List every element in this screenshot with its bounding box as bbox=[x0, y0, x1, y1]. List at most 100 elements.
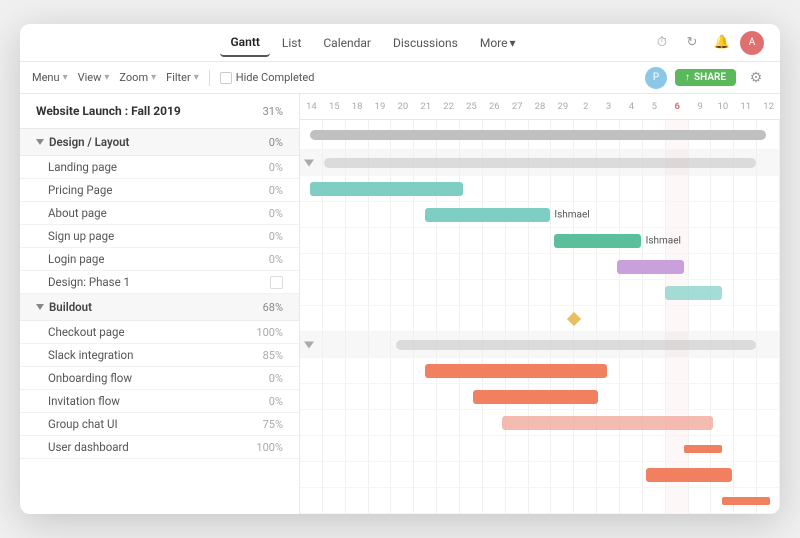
task-pct: 0% bbox=[269, 395, 283, 408]
task-name: Landing page bbox=[48, 160, 117, 174]
task-bar-about bbox=[554, 234, 640, 248]
section-arrow-icon bbox=[304, 159, 314, 166]
section-header-buildout[interactable]: Buildout 68% bbox=[20, 294, 299, 321]
date-col: 18 bbox=[346, 101, 369, 112]
menu-caret-icon: ▾ bbox=[63, 72, 68, 83]
date-col: 22 bbox=[437, 101, 460, 112]
date-col: 2 bbox=[574, 101, 597, 112]
task-pct: 100% bbox=[256, 326, 283, 339]
tab-list[interactable]: List bbox=[272, 30, 312, 56]
bell-icon[interactable]: 🔔 bbox=[710, 31, 734, 55]
tab-discussions[interactable]: Discussions bbox=[383, 30, 468, 56]
project-pct: 31% bbox=[263, 105, 283, 118]
gantt-task-row bbox=[300, 384, 780, 410]
task-bar-pricing bbox=[425, 208, 550, 222]
menu-button[interactable]: Menu ▾ bbox=[32, 71, 68, 84]
task-pct: 100% bbox=[256, 441, 283, 454]
date-col: 20 bbox=[391, 101, 414, 112]
date-col-today: 6 bbox=[666, 101, 689, 112]
task-row[interactable]: Checkout page 100% bbox=[20, 321, 299, 344]
share-button[interactable]: ↑ SHARE bbox=[675, 69, 736, 86]
gantt-task-row: Ishmael bbox=[300, 202, 780, 228]
date-col: 19 bbox=[369, 101, 392, 112]
task-bar-signup bbox=[617, 260, 684, 274]
task-pct: 75% bbox=[263, 418, 283, 431]
gantt-grid bbox=[300, 228, 780, 253]
hide-completed-checkbox[interactable] bbox=[220, 72, 232, 84]
task-row[interactable]: Slack integration 85% bbox=[20, 344, 299, 367]
gantt-grid bbox=[300, 254, 780, 279]
filter-button[interactable]: Filter ▾ bbox=[166, 71, 199, 84]
toolbar-right: P ↑ SHARE ⚙ bbox=[645, 66, 768, 90]
task-bar-onboarding bbox=[502, 416, 713, 430]
gantt-task-row bbox=[300, 436, 780, 462]
bar-label-ishmael2: Ishmael bbox=[646, 235, 681, 246]
task-pct: 85% bbox=[263, 349, 283, 362]
project-bar bbox=[310, 130, 766, 140]
app-window: Gantt List Calendar Discussions More ▾ ⏱… bbox=[20, 24, 780, 514]
refresh-icon[interactable]: ↻ bbox=[680, 31, 704, 55]
project-header: Website Launch : Fall 2019 31% bbox=[20, 94, 299, 129]
gantt-milestone-row bbox=[300, 306, 780, 332]
date-col: 3 bbox=[597, 101, 620, 112]
date-col: 15 bbox=[323, 101, 346, 112]
task-row[interactable]: About page 0% bbox=[20, 202, 299, 225]
task-row[interactable]: Pricing Page 0% bbox=[20, 179, 299, 202]
task-name: Sign up page bbox=[48, 229, 114, 243]
section-collapse-icon bbox=[36, 304, 44, 310]
task-row[interactable]: Group chat UI 75% bbox=[20, 413, 299, 436]
gantt-task-row bbox=[300, 488, 780, 514]
tab-more[interactable]: More ▾ bbox=[470, 30, 526, 56]
task-row[interactable]: Invitation flow 0% bbox=[20, 390, 299, 413]
section-pct-buildout: 68% bbox=[263, 301, 283, 314]
task-pct: 0% bbox=[269, 372, 283, 385]
view-button[interactable]: View ▾ bbox=[78, 71, 110, 84]
gantt-grid bbox=[300, 306, 780, 331]
project-name: Website Launch : Fall 2019 bbox=[36, 104, 181, 118]
task-name: Onboarding flow bbox=[48, 371, 132, 385]
chevron-down-icon: ▾ bbox=[509, 36, 515, 50]
task-row[interactable]: Login page 0% bbox=[20, 248, 299, 271]
left-panel: Website Launch : Fall 2019 31% Design / … bbox=[20, 94, 300, 514]
gantt-panel: 14 15 18 19 20 21 22 25 26 27 28 29 2 3 … bbox=[300, 94, 780, 514]
gantt-rows: Ishmael Ishmael bbox=[300, 120, 780, 514]
task-row[interactable]: Landing page 0% bbox=[20, 156, 299, 179]
avatar[interactable]: A bbox=[740, 31, 764, 55]
zoom-button[interactable]: Zoom ▾ bbox=[119, 71, 156, 84]
tab-calendar[interactable]: Calendar bbox=[313, 30, 381, 56]
gantt-task-row bbox=[300, 280, 780, 306]
task-name: About page bbox=[48, 206, 107, 220]
assignee-avatar: P bbox=[645, 67, 667, 89]
task-row[interactable]: Onboarding flow 0% bbox=[20, 367, 299, 390]
divider bbox=[209, 70, 210, 86]
task-row[interactable]: User dashboard 100% bbox=[20, 436, 299, 459]
task-bar-slack bbox=[473, 390, 598, 404]
gantt-task-row bbox=[300, 410, 780, 436]
date-col: 4 bbox=[620, 101, 643, 112]
bar-label-ishmael: Ishmael bbox=[554, 209, 589, 220]
task-name: Pricing Page bbox=[48, 183, 112, 197]
task-bar-invitation bbox=[684, 445, 722, 453]
task-row[interactable]: Sign up page 0% bbox=[20, 225, 299, 248]
task-bar-login bbox=[665, 286, 723, 300]
task-name: Login page bbox=[48, 252, 104, 266]
clock-icon[interactable]: ⏱ bbox=[650, 31, 674, 55]
nav-tabs: Gantt List Calendar Discussions More ▾ bbox=[96, 29, 650, 57]
date-col: 25 bbox=[460, 101, 483, 112]
task-pct: 0% bbox=[269, 184, 283, 197]
settings-icon[interactable]: ⚙ bbox=[744, 66, 768, 90]
view-caret-icon: ▾ bbox=[104, 72, 109, 83]
tab-gantt[interactable]: Gantt bbox=[220, 29, 269, 57]
hide-completed-toggle[interactable]: Hide Completed bbox=[220, 71, 315, 84]
filter-caret-icon: ▾ bbox=[194, 72, 199, 83]
gantt-body: Ishmael Ishmael bbox=[300, 120, 780, 514]
milestone-checkbox[interactable] bbox=[270, 276, 283, 289]
task-bar-groupchat bbox=[646, 468, 732, 482]
task-name: Design: Phase 1 bbox=[48, 275, 130, 289]
date-col: 26 bbox=[483, 101, 506, 112]
gantt-task-row bbox=[300, 176, 780, 202]
task-bar-landing bbox=[310, 182, 464, 196]
section-header-design[interactable]: Design / Layout 0% bbox=[20, 129, 299, 156]
task-row-milestone[interactable]: Design: Phase 1 bbox=[20, 271, 299, 294]
task-pct: 0% bbox=[269, 253, 283, 266]
